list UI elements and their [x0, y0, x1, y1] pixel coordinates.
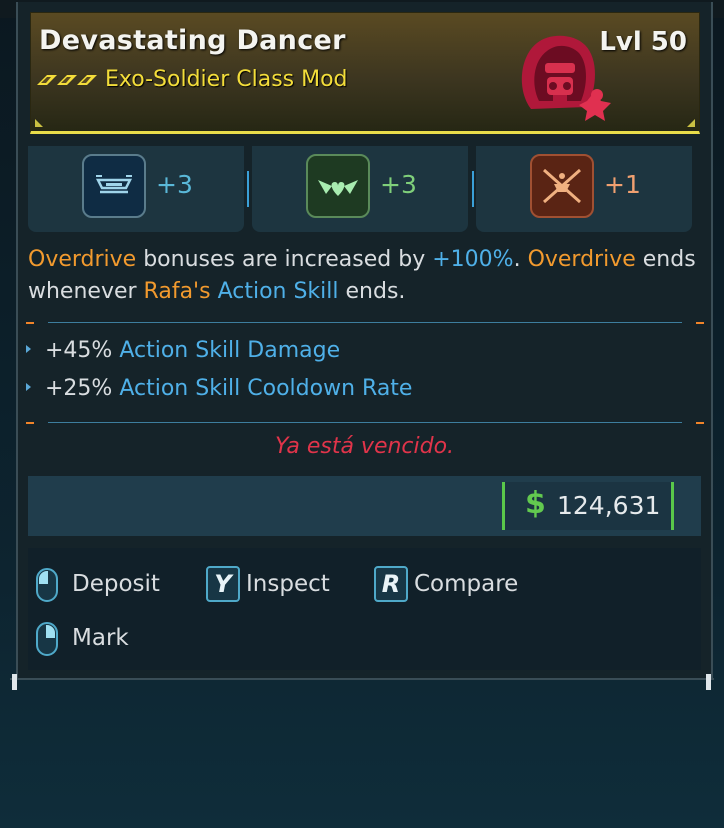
mouse-left-icon	[36, 568, 58, 602]
corner-accent	[687, 119, 695, 127]
r-key-icon: R	[374, 566, 408, 602]
stat-name: Action Skill Damage	[119, 338, 341, 363]
mark-button[interactable]: Mark	[32, 620, 152, 660]
frame-post	[706, 674, 711, 690]
stat-value: +25%	[45, 376, 113, 401]
inspect-button[interactable]: Y Inspect	[206, 566, 356, 606]
divider	[472, 171, 474, 207]
flavor-text: Ya está vencido.	[274, 434, 455, 459]
item-header: Devastating Dancer Exo-Soldier Class Mod…	[30, 12, 700, 134]
action-prompts: Deposit Y Inspect R Compare Mark	[28, 548, 701, 670]
keyword: +100%	[432, 247, 514, 272]
item-level: Lvl 50	[599, 27, 687, 57]
deposit-button[interactable]: Deposit	[32, 566, 172, 606]
keyword: Overdrive	[28, 247, 137, 272]
section-divider	[26, 422, 704, 424]
action-label: Deposit	[72, 571, 160, 597]
price-box: $ 124,631	[502, 482, 674, 530]
item-price: 124,631	[557, 491, 661, 520]
skill-bonus: +3	[380, 170, 417, 199]
stat-line: +45% Action Skill Damage	[26, 338, 340, 363]
description-text	[211, 279, 218, 304]
bullet-icon	[26, 383, 31, 391]
item-card: Devastating Dancer Exo-Soldier Class Mod…	[16, 2, 713, 678]
green-skill-icon	[306, 154, 370, 218]
description-text: bonuses are increased by	[136, 247, 433, 272]
stat-name: Action Skill Cooldown Rate	[119, 376, 413, 401]
keyword: Rafa's	[143, 279, 211, 304]
action-label: Compare	[414, 571, 519, 597]
skill-bonus: +3	[156, 170, 193, 199]
bullet-icon	[26, 345, 31, 353]
stat-value: +45%	[45, 338, 113, 363]
compare-button[interactable]: R Compare	[374, 566, 544, 606]
keyword: Overdrive	[527, 247, 636, 272]
y-key-icon: Y	[206, 566, 240, 602]
dollar-icon: $	[525, 486, 546, 521]
action-label: Inspect	[246, 571, 330, 597]
description-text: ends.	[338, 279, 406, 304]
item-description: Overdrive bonuses are increased by +100%…	[28, 244, 700, 308]
item-name: Devastating Dancer	[39, 25, 346, 56]
mouse-right-icon	[36, 622, 58, 656]
keyword: Action Skill	[217, 279, 339, 304]
frame-post	[12, 674, 17, 690]
price-bar: $ 124,631	[28, 476, 701, 536]
corner-accent	[35, 119, 43, 127]
skill-card-2[interactable]: +3	[252, 146, 468, 232]
action-label: Mark	[72, 625, 129, 651]
item-type: Exo-Soldier Class Mod	[105, 67, 348, 92]
stat-line: +25% Action Skill Cooldown Rate	[26, 376, 412, 401]
frame-bottom	[10, 678, 714, 680]
skill-bonus: +1	[604, 170, 641, 199]
divider	[247, 171, 249, 207]
red-skill-icon	[530, 154, 594, 218]
description-text: .	[513, 247, 528, 272]
skill-card-3[interactable]: +1	[476, 146, 692, 232]
section-divider	[26, 322, 704, 324]
blue-skill-icon	[82, 154, 146, 218]
rarity-chevrons-icon	[37, 75, 97, 85]
skill-card-1[interactable]: +3	[28, 146, 244, 232]
